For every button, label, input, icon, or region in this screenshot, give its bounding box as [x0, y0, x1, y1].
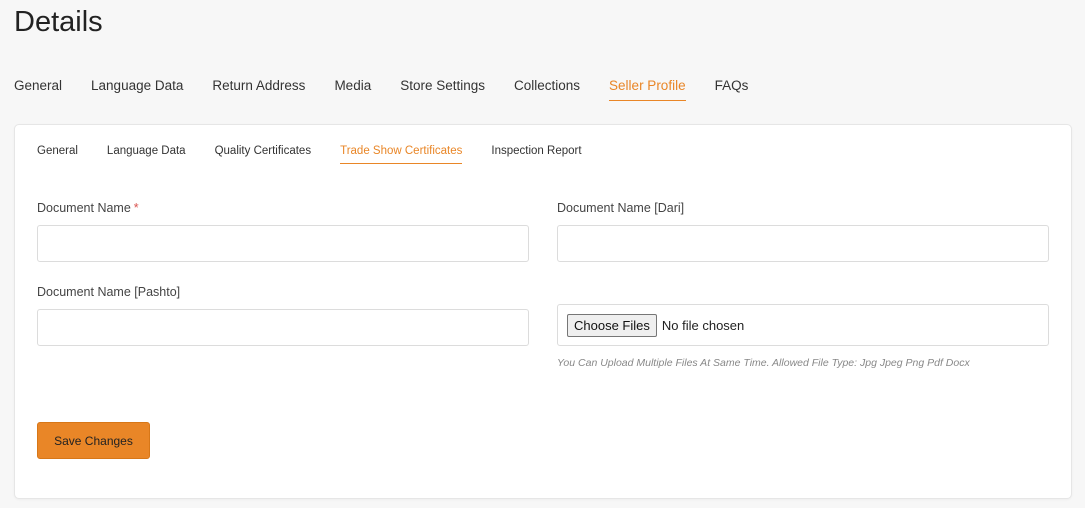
save-changes-button[interactable]: Save Changes	[37, 422, 150, 459]
document-name-label-text: Document Name	[37, 201, 131, 215]
subtab-general[interactable]: General	[37, 145, 78, 164]
subtab-quality-certificates[interactable]: Quality Certificates	[215, 145, 312, 164]
choose-files-button[interactable]: Choose Files	[567, 313, 657, 337]
file-status: No file chosen	[661, 317, 745, 333]
tab-faqs[interactable]: FAQs	[715, 78, 749, 101]
tab-store-settings[interactable]: Store Settings	[400, 78, 485, 101]
tab-return-address[interactable]: Return Address	[212, 78, 305, 101]
subtab-trade-show-certificates[interactable]: Trade Show Certificates	[340, 145, 463, 164]
upload-hint: You Can Upload Multiple Files At Same Ti…	[557, 357, 970, 369]
tab-collections[interactable]: Collections	[514, 78, 580, 101]
document-name-pashto-label: Document Name [Pashto]	[37, 285, 181, 299]
tab-media[interactable]: Media	[334, 78, 371, 101]
sub-tabs: General Language Data Quality Certificat…	[37, 145, 611, 164]
tab-general[interactable]: General	[14, 78, 62, 101]
seller-profile-card: General Language Data Quality Certificat…	[14, 124, 1072, 499]
subtab-inspection-report[interactable]: Inspection Report	[491, 145, 581, 164]
page-title: Details	[14, 6, 103, 38]
document-name-input[interactable]	[37, 225, 529, 262]
file-upload-field[interactable]: Choose Files No file chosen	[557, 304, 1049, 346]
subtab-language-data[interactable]: Language Data	[107, 145, 186, 164]
document-name-label: Document Name *	[37, 201, 139, 215]
tab-seller-profile[interactable]: Seller Profile	[609, 78, 686, 101]
tab-language-data[interactable]: Language Data	[91, 78, 183, 101]
required-asterisk: *	[133, 201, 139, 215]
document-name-dari-label: Document Name [Dari]	[557, 201, 685, 215]
document-name-pashto-input[interactable]	[37, 309, 529, 346]
main-tabs: General Language Data Return Address Med…	[14, 78, 777, 101]
document-name-dari-input[interactable]	[557, 225, 1049, 262]
